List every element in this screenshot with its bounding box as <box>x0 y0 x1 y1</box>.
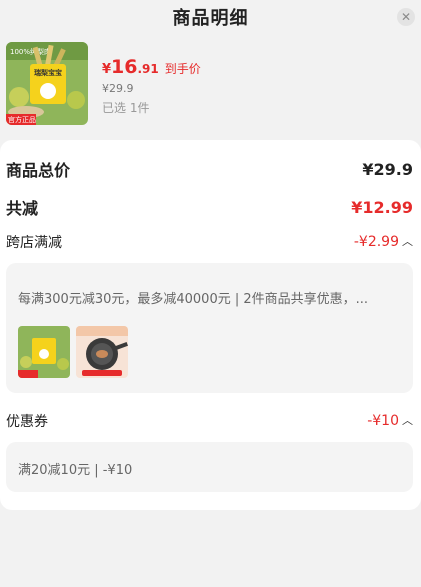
close-icon: ✕ <box>400 10 412 24</box>
image-badge-bottom: 官方正品 <box>8 115 36 124</box>
coupon-detail: 满20减10元 | -¥10 <box>6 442 413 492</box>
product-thumbnail[interactable]: 100%纯梨肉 瑞梨宝宝 官方正品 <box>6 42 88 125</box>
promo-item-thumb[interactable] <box>18 326 70 378</box>
coupon-value: -¥10 <box>367 413 399 429</box>
total-value: ¥29.9 <box>362 159 413 179</box>
image-brand: 瑞梨宝宝 <box>34 68 62 77</box>
pan-image <box>76 326 128 378</box>
store-promo-detail: 每满300元减30元，最多减40000元 | 2件商品共享优惠，... <box>6 263 413 393</box>
image-badge-top: 100%纯梨肉 <box>10 47 51 56</box>
discount-value: ¥12.99 <box>351 197 413 217</box>
price-tag: 到手价 <box>164 62 201 76</box>
chevron-up-icon: ︿ <box>402 235 413 248</box>
product-info: ¥ 16 .91 到手价 ¥29.9 已选 1件 <box>102 56 201 116</box>
coupon-description: 满20减10元 | -¥10 <box>18 463 133 478</box>
store-promo-row[interactable]: 跨店满减 -¥2.99 ︿ <box>6 232 413 252</box>
close-button[interactable]: ✕ <box>397 8 415 26</box>
store-promo-value: -¥2.99 <box>353 234 399 250</box>
original-price: ¥29.9 <box>102 82 134 95</box>
promo-item-thumb[interactable] <box>76 326 128 378</box>
coupon-label: 优惠券 <box>6 414 48 430</box>
chevron-up-icon: ︿ <box>402 414 413 427</box>
store-promo-description: 每满300元减30元，最多减40000元 | 2件商品共享优惠，... <box>18 292 369 307</box>
discount-label: 共减 <box>6 199 39 218</box>
final-price: ¥ 16 .91 到手价 <box>102 56 201 78</box>
total-label: 商品总价 <box>6 161 71 180</box>
coupon-row[interactable]: 优惠券 -¥10 ︿ <box>6 411 413 431</box>
store-promo-label: 跨店满减 <box>6 235 62 251</box>
pear-snack-image: 100%纯梨肉 瑞梨宝宝 官方正品 <box>6 42 88 125</box>
total-price-row: 商品总价 ¥29.9 <box>6 157 413 181</box>
pear-snack-image <box>18 326 70 378</box>
discount-row: 共减 ¥12.99 <box>6 195 413 219</box>
selected-count: 已选 1件 <box>102 101 150 115</box>
page-title: 商品明细 <box>172 8 249 29</box>
